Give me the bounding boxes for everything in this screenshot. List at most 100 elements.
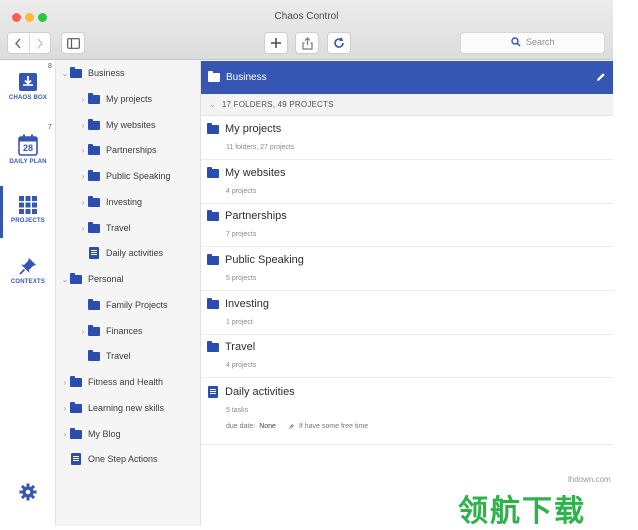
tree-item-investing[interactable]: › Investing (78, 192, 142, 212)
chevron-right-icon[interactable]: › (60, 378, 70, 387)
rail-item-daily-plan[interactable]: 28 DAILY PLAN (0, 134, 56, 165)
tree-item-label: Fitness and Health (88, 377, 164, 387)
chevron-right-icon[interactable]: › (60, 404, 70, 413)
search-placeholder: Search (526, 37, 555, 47)
project-subtitle: 5 projects (226, 275, 257, 282)
add-button[interactable] (264, 32, 288, 54)
folder-icon (88, 195, 100, 207)
watermark-site: lhdown.com (568, 475, 611, 484)
tree-item-family-projects[interactable]: Family Projects (88, 295, 168, 315)
folder-icon (70, 66, 82, 78)
tree-item-finances[interactable]: › Finances (78, 321, 143, 341)
tree-item-my-projects[interactable]: › My projects (78, 89, 152, 109)
due-date-value: None (259, 423, 276, 430)
tree-item-label: Public Speaking (106, 171, 171, 181)
rail-label-daily-plan: DAILY PLAN (9, 159, 47, 165)
project-subtitle: 4 projects (226, 362, 257, 369)
tree-item-label: My Blog (88, 429, 121, 439)
main-header-title: Business (226, 72, 267, 83)
folder-icon (207, 253, 219, 265)
chevron-right-icon[interactable]: › (78, 95, 88, 104)
chevron-right-icon[interactable]: › (78, 121, 88, 130)
chevron-down-icon[interactable]: ⌄ (60, 275, 70, 284)
chevron-left-icon (15, 38, 22, 48)
folder-icon (88, 118, 100, 130)
project-row[interactable]: Partnerships 7 projects (201, 203, 613, 247)
folder-icon (88, 298, 100, 310)
sync-button[interactable] (327, 32, 351, 54)
project-row[interactable]: Travel 4 projects (201, 334, 613, 378)
project-row[interactable]: My websites 4 projects (201, 160, 613, 204)
chevron-down-icon: ⌄ (209, 100, 216, 109)
tree-item-learning-new-skills[interactable]: › Learning new skills (60, 398, 164, 418)
tree-item-personal-travel[interactable]: Travel (88, 346, 131, 366)
rail-item-chaos-box[interactable]: CHAOS BOX (0, 72, 56, 101)
folder-icon (88, 143, 100, 155)
chevron-right-icon[interactable]: › (78, 172, 88, 181)
tree-item-daily-activities[interactable]: Daily activities (88, 243, 163, 263)
project-row[interactable]: Daily activities 5 tasks due date: None … (201, 378, 613, 445)
tree-item-my-websites[interactable]: › My websites (78, 115, 156, 135)
summary-text: 17 FOLDERS, 49 PROJECTS (221, 100, 334, 109)
titlebar: Chaos Control Search (0, 0, 613, 60)
tree-item-partnerships[interactable]: › Partnerships (78, 140, 157, 160)
project-subtitle: 11 folders, 27 projects (226, 144, 295, 151)
project-title: My projects (225, 123, 282, 135)
chevron-right-icon (37, 38, 43, 48)
rail-item-projects[interactable]: PROJECTS (0, 195, 56, 224)
calendar-icon: 28 (18, 134, 38, 156)
project-row[interactable]: Public Speaking 5 projects (201, 247, 613, 291)
project-title: Public Speaking (225, 254, 304, 266)
chevron-right-icon[interactable]: › (60, 430, 70, 439)
folder-summary[interactable]: ⌄ 17 FOLDERS, 49 PROJECTS (201, 94, 613, 116)
rail-badge-daily-plan: 7 (48, 124, 52, 131)
folder-icon (88, 324, 100, 336)
context-label: If have some free time (298, 423, 369, 430)
project-tree: ⌄ Business › My projects › My websites › Par… (56, 61, 201, 526)
share-button[interactable] (295, 32, 319, 54)
calendar-day: 28 (22, 143, 33, 153)
tree-item-travel[interactable]: › Travel (78, 218, 131, 238)
tree-item-label: Travel (106, 223, 131, 233)
tree-item-personal[interactable]: ⌄ Personal (60, 269, 124, 289)
project-row[interactable]: My projects 11 folders, 27 projects (201, 116, 613, 160)
document-icon (208, 386, 218, 398)
tree-item-label: One Step Actions (88, 454, 158, 464)
pin-icon (19, 258, 36, 275)
chevron-right-icon[interactable]: › (78, 146, 88, 155)
chevron-right-icon[interactable]: › (78, 327, 88, 336)
inbox-icon (19, 73, 37, 91)
tree-item-public-speaking[interactable]: › Public Speaking (78, 166, 171, 186)
tree-item-one-step-actions[interactable]: One Step Actions (70, 449, 158, 469)
tree-item-label: Family Projects (106, 300, 168, 310)
rail-item-contexts[interactable]: CONTEXTS (0, 256, 56, 285)
tree-item-label: Business (88, 68, 125, 78)
sidebar-toggle-button[interactable] (61, 32, 85, 54)
forward-button[interactable] (28, 33, 50, 53)
settings-button[interactable] (19, 483, 37, 506)
chevron-right-icon[interactable]: › (78, 198, 88, 207)
folder-icon (207, 166, 219, 178)
project-row[interactable]: Investing 1 project (201, 291, 613, 335)
project-subtitle: 5 tasks (226, 407, 249, 414)
pencil-icon[interactable] (596, 72, 606, 82)
document-icon (71, 453, 81, 465)
folder-icon (88, 92, 100, 104)
folder-icon (207, 122, 219, 134)
project-title: Investing (225, 298, 270, 310)
project-subtitle: 7 projects (226, 231, 257, 238)
tree-item-label: My projects (106, 94, 153, 104)
back-button[interactable] (8, 33, 29, 53)
search-field[interactable]: Search (460, 32, 605, 54)
sidebar-icon (66, 37, 80, 49)
tree-item-label: Personal (88, 274, 124, 284)
chevron-down-icon[interactable]: ⌄ (60, 69, 70, 78)
share-icon (301, 36, 313, 50)
tree-item-fitness-and-health[interactable]: › Fitness and Health (60, 372, 163, 392)
chevron-right-icon[interactable]: › (78, 224, 88, 233)
tree-item-my-blog[interactable]: › My Blog (60, 424, 121, 444)
tree-item-label: Finances (106, 326, 143, 336)
tree-item-business[interactable]: ⌄ Business (60, 63, 125, 83)
folder-icon (88, 169, 100, 181)
window-title: Chaos Control (274, 11, 339, 22)
